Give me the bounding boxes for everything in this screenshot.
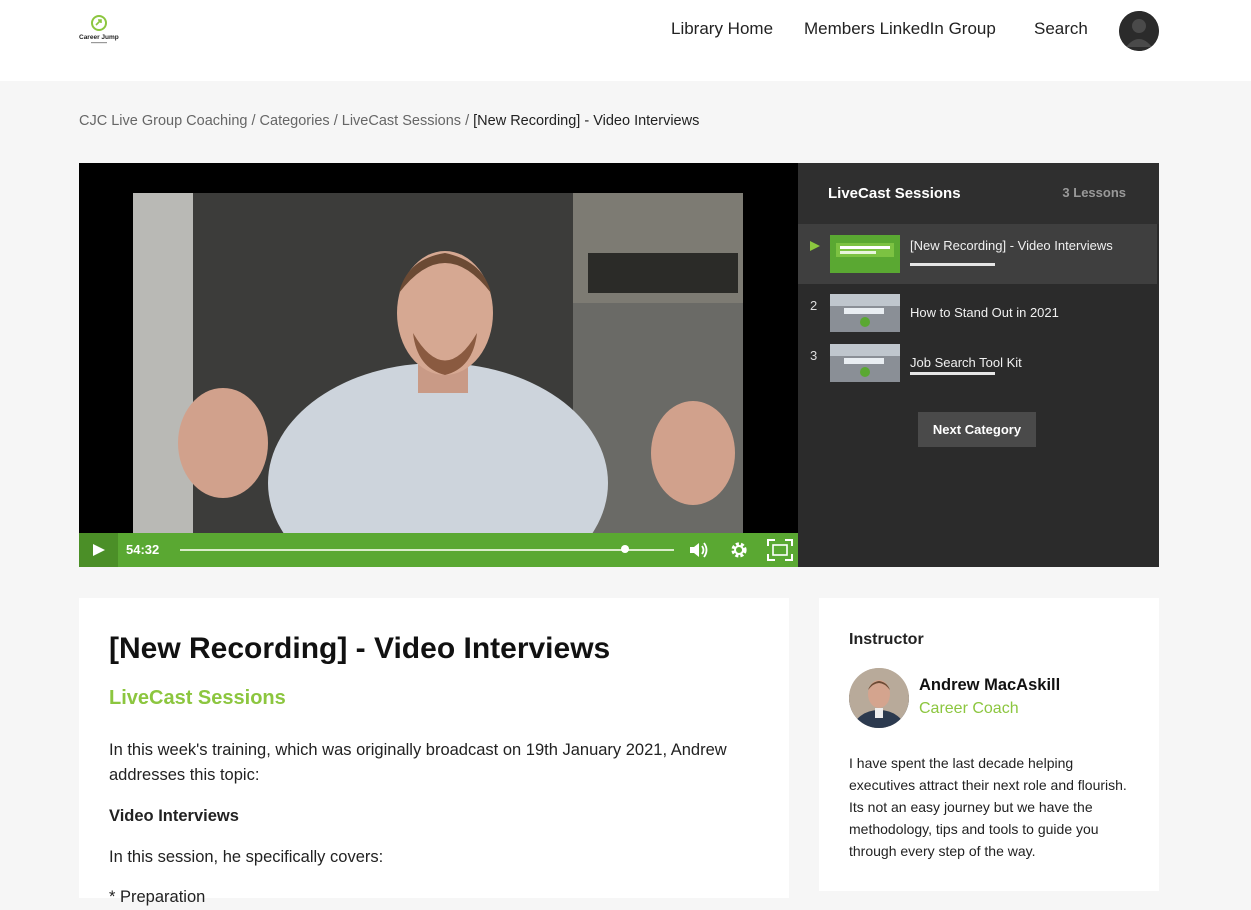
now-playing-icon: [810, 241, 820, 251]
user-avatar-icon: [1119, 11, 1159, 51]
lesson-number: 3: [810, 348, 818, 363]
nav-members-linkedin-group[interactable]: Members LinkedIn Group: [804, 19, 996, 39]
breadcrumb-separator: /: [465, 113, 470, 129]
lesson-thumbnail: [830, 344, 900, 382]
progress-handle[interactable]: [620, 545, 629, 553]
lessons-sidebar-header: LiveCast Sessions 3 Lessons: [798, 163, 1159, 224]
nav-search[interactable]: Search: [1034, 19, 1088, 39]
lesson-category-link[interactable]: LiveCast Sessions: [109, 687, 286, 710]
lesson-item-how-to-stand-out[interactable]: 2 How to Stand Out in 2021: [798, 284, 1157, 334]
lesson-progress-bar: [910, 372, 995, 375]
breadcrumb-separator: /: [333, 113, 338, 129]
video-still-image: [178, 193, 743, 533]
instructor-card: Instructor Andrew MacAskill Career Coach…: [819, 598, 1159, 891]
top-navigation-bar: Career Jump Library Home Members LinkedI…: [0, 0, 1251, 81]
nav-library-home[interactable]: Library Home: [671, 19, 773, 39]
lesson-thumbnail: [830, 294, 900, 332]
breadcrumb-livecast-sessions[interactable]: LiveCast Sessions: [342, 113, 461, 129]
instructor-heading: Instructor: [849, 631, 924, 648]
video-frame[interactable]: [133, 193, 743, 533]
lesson-description-intro: In this week's training, which was origi…: [109, 741, 727, 784]
next-category-button[interactable]: Next Category: [918, 412, 1036, 447]
current-time: 54:32: [126, 542, 160, 557]
user-avatar[interactable]: [1119, 11, 1159, 51]
lesson-item-job-search-tool-kit[interactable]: 3 Job Search Tool Kit: [798, 334, 1157, 389]
lesson-title: [New Recording] - Video Interviews: [910, 238, 1113, 253]
logo-text: Career Jump: [79, 34, 119, 41]
lesson-thumbnail: [830, 235, 900, 273]
instructor-photo: [849, 668, 909, 728]
instructor-bio: I have spent the last decade helping exe…: [849, 755, 1127, 859]
lesson-title: Job Search Tool Kit: [910, 355, 1022, 370]
lesson-progress-bar: [910, 263, 995, 266]
breadcrumb-cjc-live-group-coaching[interactable]: CJC Live Group Coaching: [79, 113, 247, 129]
breadcrumb: CJC Live Group Coaching / Categories / L…: [79, 113, 699, 129]
play-button[interactable]: [79, 533, 118, 567]
lesson-count: 3 Lessons: [1062, 185, 1126, 200]
instructor-role: Career Coach: [919, 700, 1019, 717]
lesson-title: How to Stand Out in 2021: [910, 305, 1059, 320]
player-controls: 54:32: [79, 533, 798, 567]
video-player[interactable]: 54:32: [79, 163, 798, 567]
breadcrumb-current: [New Recording] - Video Interviews: [473, 113, 700, 129]
play-icon: [93, 544, 105, 556]
lessons-sidebar: LiveCast Sessions 3 Lessons [New Recordi…: [798, 163, 1159, 567]
lesson-covers-text: In this session, he specifically covers:: [109, 848, 384, 866]
progress-bar[interactable]: [180, 545, 674, 553]
sidebar-category-title: LiveCast Sessions: [828, 185, 961, 202]
fullscreen-icon[interactable]: [767, 539, 793, 561]
lesson-number: 2: [810, 298, 818, 313]
volume-icon[interactable]: [687, 539, 709, 561]
settings-gear-icon[interactable]: [728, 539, 750, 561]
instructor-avatar: [849, 668, 909, 728]
instructor-name: Andrew MacAskill: [919, 676, 1061, 694]
career-jump-logo[interactable]: Career Jump: [79, 14, 121, 46]
breadcrumb-separator: /: [251, 113, 256, 129]
lesson-title-heading: [New Recording] - Video Interviews: [109, 632, 611, 665]
breadcrumb-categories[interactable]: Categories: [260, 113, 330, 129]
lesson-topic: Video Interviews: [109, 807, 239, 825]
lesson-content-card: [New Recording] - Video Interviews LiveC…: [79, 598, 789, 906]
lesson-item-video-interviews[interactable]: [New Recording] - Video Interviews: [798, 224, 1157, 284]
